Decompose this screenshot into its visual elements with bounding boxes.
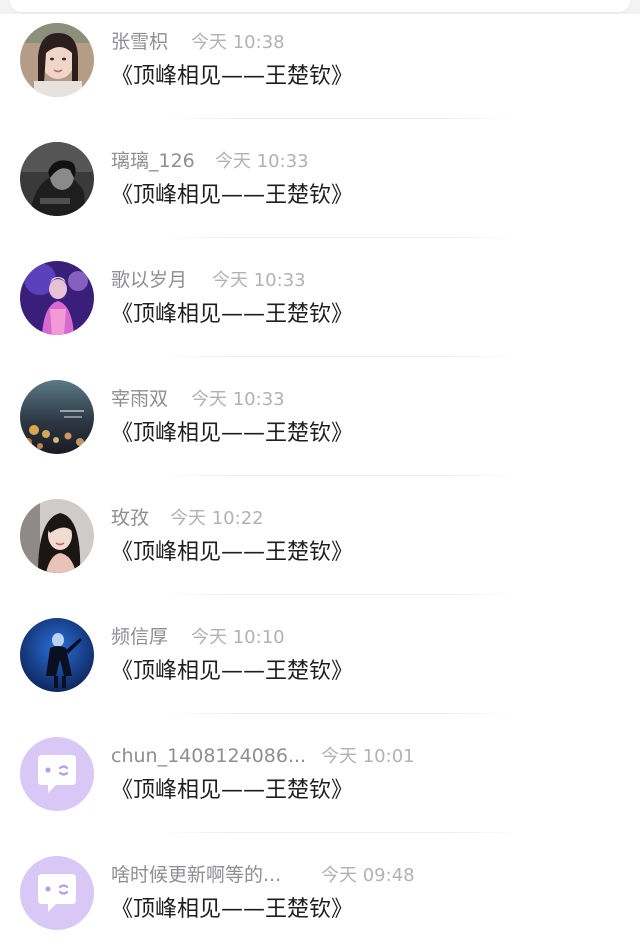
sender-name[interactable]: 宰雨双 xyxy=(111,387,168,411)
sender-name[interactable]: 张雪枳 xyxy=(111,30,168,54)
list-item[interactable]: 啥时候更新啊等的... 今天 09:48 《顶峰相见——王楚钦》 xyxy=(0,833,640,952)
sender-name[interactable]: 歌以岁月 xyxy=(111,268,187,292)
list-item[interactable]: 璃璃_126 今天 10:33 《顶峰相见——王楚钦》 xyxy=(0,119,640,238)
message-preview: 《顶峰相见——王楚钦》 xyxy=(111,659,354,684)
sender-name[interactable]: 啥时候更新啊等的... xyxy=(111,863,281,887)
chat-bubble-default-avatar xyxy=(20,737,94,811)
avatar[interactable] xyxy=(20,142,94,216)
message-time: 今天 10:33 xyxy=(212,270,306,291)
photo-dark-bw-avatar xyxy=(20,142,94,216)
photo-purple-stage-avatar xyxy=(20,261,94,335)
message-time: 今天 10:33 xyxy=(191,389,285,410)
avatar[interactable] xyxy=(20,380,94,454)
photo-night-lights-avatar xyxy=(20,380,94,454)
message-time: 今天 10:33 xyxy=(215,151,309,172)
list-item[interactable]: 张雪枳 今天 10:38 《顶峰相见——王楚钦》 xyxy=(0,0,640,119)
message-time: 今天 10:10 xyxy=(191,627,285,648)
list-item[interactable]: 歌以岁月 今天 10:33 《顶峰相见——王楚钦》 xyxy=(0,238,640,357)
sender-name[interactable]: 璃璃_126 xyxy=(111,149,195,173)
list-item[interactable]: chun_1408124086... 今天 10:01 《顶峰相见——王楚钦》 xyxy=(0,714,640,833)
avatar[interactable] xyxy=(20,737,94,811)
avatar[interactable] xyxy=(20,23,94,97)
message-preview: 《顶峰相见——王楚钦》 xyxy=(111,183,354,208)
photo-blue-figure-avatar xyxy=(20,618,94,692)
chat-bubble-default-avatar xyxy=(20,856,94,930)
message-preview: 《顶峰相见——王楚钦》 xyxy=(111,540,354,565)
sender-name[interactable]: 频信厚 xyxy=(111,625,168,649)
list-item[interactable]: 玫孜 今天 10:22 《顶峰相见——王楚钦》 xyxy=(0,476,640,595)
message-preview: 《顶峰相见——王楚钦》 xyxy=(111,302,354,327)
message-preview: 《顶峰相见——王楚钦》 xyxy=(111,64,354,89)
list-item[interactable]: 宰雨双 今天 10:33 《顶峰相见——王楚钦》 xyxy=(0,357,640,476)
list-item[interactable]: 频信厚 今天 10:10 《顶峰相见——王楚钦》 xyxy=(0,595,640,714)
message-preview: 《顶峰相见——王楚钦》 xyxy=(111,778,354,803)
avatar[interactable] xyxy=(20,499,94,573)
avatar[interactable] xyxy=(20,856,94,930)
avatar[interactable] xyxy=(20,618,94,692)
photo-girl-portrait-avatar xyxy=(20,23,94,97)
message-list: 张雪枳 今天 10:38 《顶峰相见——王楚钦》 璃璃_126 今天 10:33… xyxy=(0,0,640,930)
message-time: 今天 10:22 xyxy=(170,508,264,529)
message-time: 今天 10:01 xyxy=(321,746,415,767)
message-time: 今天 09:48 xyxy=(321,865,415,886)
photo-woman-portrait-avatar xyxy=(20,499,94,573)
sender-name[interactable]: chun_1408124086... xyxy=(111,744,306,768)
message-preview: 《顶峰相见——王楚钦》 xyxy=(111,897,354,922)
message-time: 今天 10:38 xyxy=(191,32,285,53)
avatar[interactable] xyxy=(20,261,94,335)
sender-name[interactable]: 玫孜 xyxy=(111,506,149,530)
message-preview: 《顶峰相见——王楚钦》 xyxy=(111,421,354,446)
